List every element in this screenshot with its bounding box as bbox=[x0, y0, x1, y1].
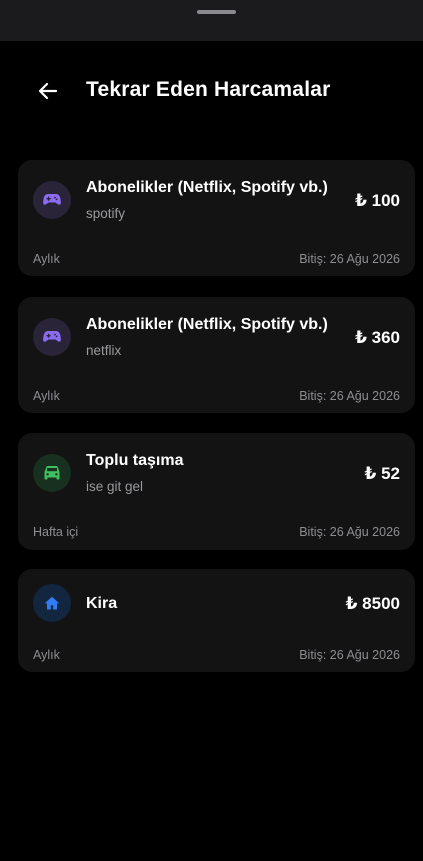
expense-end-date: Bitiş: 26 Ağu 2026 bbox=[299, 252, 400, 266]
expense-card-spotify[interactable]: Abonelikler (Netflix, Spotify vb.) spoti… bbox=[18, 160, 415, 276]
expense-amount: ₺ 100 bbox=[355, 191, 400, 210]
expense-frequency: Aylık bbox=[33, 389, 60, 403]
expense-frequency: Hafta içi bbox=[33, 525, 79, 539]
expense-frequency: Aylık bbox=[33, 648, 60, 662]
expense-end-date: Bitiş: 26 Ağu 2026 bbox=[299, 648, 400, 662]
expense-note: spotify bbox=[86, 206, 126, 221]
expense-category: Kira bbox=[86, 595, 118, 612]
expense-amount: ₺ 52 bbox=[364, 464, 400, 483]
category-icon-badge bbox=[33, 454, 71, 492]
car-icon bbox=[44, 466, 60, 480]
expense-category: Abonelikler (Netflix, Spotify vb.) bbox=[86, 179, 328, 196]
arrow-left-icon bbox=[38, 82, 58, 100]
expense-card-transport[interactable]: Toplu taşıma ise git gel ₺ 52 Hafta içi … bbox=[18, 433, 415, 550]
page-title: Tekrar Eden Harcamalar bbox=[86, 78, 331, 101]
back-button[interactable] bbox=[33, 76, 63, 106]
category-icon-badge bbox=[33, 584, 71, 622]
expense-amount: ₺ 360 bbox=[355, 328, 400, 347]
expense-end-date: Bitiş: 26 Ağu 2026 bbox=[299, 389, 400, 403]
expense-note: ise git gel bbox=[86, 479, 144, 494]
gamepad-icon bbox=[43, 194, 61, 205]
expense-end-date: Bitiş: 26 Ağu 2026 bbox=[299, 525, 400, 539]
expense-category: Abonelikler (Netflix, Spotify vb.) bbox=[86, 316, 328, 333]
expense-frequency: Aylık bbox=[33, 252, 60, 266]
expense-amount: ₺ 8500 bbox=[345, 594, 400, 613]
home-icon bbox=[44, 596, 60, 610]
drag-handle[interactable] bbox=[197, 10, 236, 14]
app-bar: Tekrar Eden Harcamalar bbox=[0, 72, 423, 110]
expense-note: netflix bbox=[86, 343, 122, 358]
category-icon-badge bbox=[33, 181, 71, 219]
expense-category: Toplu taşıma bbox=[86, 452, 184, 469]
gamepad-icon bbox=[43, 331, 61, 342]
bottom-sheet-top bbox=[0, 0, 423, 41]
category-icon-badge bbox=[33, 318, 71, 356]
expense-card-rent[interactable]: Kira ₺ 8500 Aylık Bitiş: 26 Ağu 2026 bbox=[18, 569, 415, 672]
expense-card-netflix[interactable]: Abonelikler (Netflix, Spotify vb.) netfl… bbox=[18, 297, 415, 413]
